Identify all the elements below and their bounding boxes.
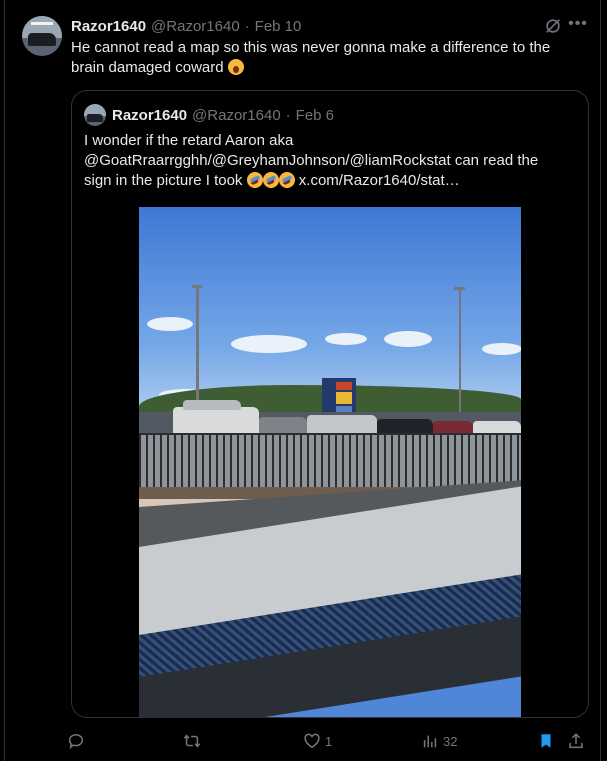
action-bar: 1 32 [5, 728, 602, 754]
views-count: 32 [443, 733, 458, 749]
grok-icon[interactable] [543, 17, 563, 37]
bookmark-button[interactable] [537, 728, 555, 754]
share-icon [569, 733, 583, 749]
post-text-body: He cannot read a map so this was never g… [71, 39, 551, 76]
reply-button[interactable] [67, 728, 85, 754]
quoted-text-line-1: I wonder if the retard Aaron aka [84, 132, 294, 149]
quoted-post[interactable]: Razor1640 @Razor1640 · Feb 6 I wonder if… [71, 90, 589, 718]
bookmark-icon [541, 734, 551, 748]
quoted-media-photo[interactable] [139, 207, 521, 717]
quoted-link[interactable]: x.com/Razor1640/stat… [299, 172, 460, 189]
post-text: He cannot read a map so this was never g… [71, 38, 581, 78]
like-button[interactable]: 1 [303, 728, 332, 754]
post-header: Razor1640 @Razor1640 · Feb 10 [71, 16, 301, 36]
quoted-text-line-2: @GoatRraarrgghh/@GreyhamJohnson/@liamRoc… [84, 152, 539, 169]
more-options-icon[interactable]: ••• [567, 14, 589, 34]
user-handle[interactable]: @Razor1640 [151, 18, 240, 35]
yawning-face-icon [227, 59, 244, 75]
rofl-icon [262, 172, 279, 188]
quoted-text: I wonder if the retard Aaron aka @GoatRr… [84, 131, 574, 191]
views-icon [423, 735, 437, 748]
like-count: 1 [325, 733, 333, 749]
repost-button[interactable] [183, 728, 201, 754]
quoted-date: Feb 6 [295, 106, 335, 124]
like-icon [304, 733, 320, 749]
quoted-text-line-3: sign in the picture I took x.com/Razor16… [84, 171, 574, 191]
quoted-display-name: Razor1640 [112, 106, 188, 124]
post-card[interactable]: Razor1640 @Razor1640 · Feb 10 ••• He can… [4, 0, 601, 761]
rofl-icon [278, 172, 295, 188]
rofl-icon [246, 172, 263, 188]
reply-icon [68, 734, 84, 750]
quoted-avatar [84, 104, 106, 126]
avatar[interactable] [22, 16, 62, 56]
display-name[interactable]: Razor1640 [71, 18, 146, 35]
quoted-date-separator: · [285, 106, 291, 124]
quoted-header: Razor1640 @Razor1640 · Feb 6 [112, 105, 334, 125]
date-separator: · [244, 17, 250, 35]
quoted-text-line-3-body: sign in the picture I took [84, 172, 243, 189]
views-button[interactable]: 32 [421, 728, 457, 754]
repost-icon [183, 734, 201, 748]
quoted-handle: @Razor1640 [192, 106, 281, 124]
share-button[interactable] [567, 728, 585, 754]
post-date[interactable]: Feb 10 [255, 18, 302, 35]
